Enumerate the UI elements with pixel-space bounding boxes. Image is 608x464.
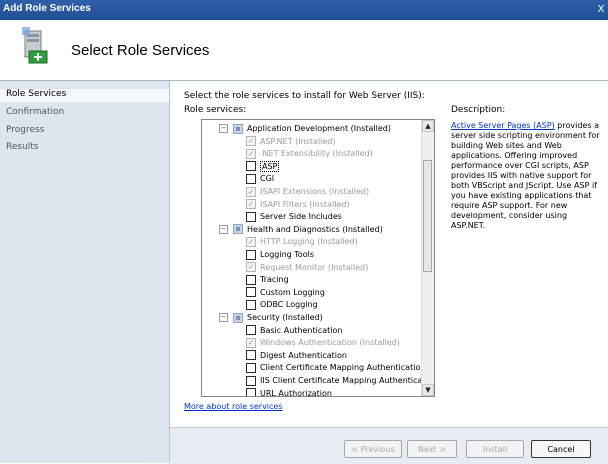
description-body: provides a server side scripting environ… [451,121,600,230]
tree-row[interactable]: URL Authorization [246,388,332,397]
tree-row[interactable]: − Health and Diagnostics (Installed) [219,224,383,236]
tree-row[interactable]: Client Certificate Mapping Authenticatio… [246,362,425,374]
server-roles-icon [22,27,48,64]
tree-row[interactable]: ✓ .NET Extensibility (Installed) [246,148,373,160]
tree-row[interactable]: − Security (Installed) [219,312,323,324]
role-service-label: Request Monitor (Installed) [260,262,369,272]
tree-row[interactable]: ✓ ISAPI Extensions (Installed) [246,186,369,198]
role-checkbox[interactable]: ✓ [246,186,256,197]
role-service-label: Digest Authentication [260,350,347,360]
tree-row[interactable]: ASP [246,160,280,173]
role-service-label: Windows Authentication (Installed) [260,338,400,348]
role-checkbox[interactable] [246,287,256,298]
next-button[interactable]: Next > [407,440,457,458]
role-service-label: Basic Authentication [260,325,343,335]
tree-row[interactable]: CGI [246,173,274,185]
role-service-label: URL Authorization [260,388,332,397]
role-service-label: ASP [260,160,280,172]
nav-item-role-services[interactable]: Role Services [0,89,169,102]
tree-row[interactable]: ✓ HTTP Logging (Installed) [246,236,358,248]
role-checkbox[interactable] [246,375,256,386]
tree-row[interactable]: Basic Authentication [246,325,342,337]
role-checkbox[interactable] [246,299,256,310]
role-checkbox[interactable] [246,350,256,361]
tree-row[interactable]: Logging Tools [246,249,314,261]
role-service-label: .NET Extensibility (Installed) [260,149,373,159]
scroll-down-icon[interactable]: ▼ [422,384,434,396]
tree-row[interactable]: − Application Development (Installed) [219,123,391,135]
wizard-header: Select Role Services [0,20,608,81]
scroll-thumb[interactable] [423,160,432,272]
wizard-nav: Role Services Confirmation Progress Resu… [0,81,170,463]
description-label: Description: [451,105,506,115]
role-service-label: ASP.NET (Installed) [260,136,336,146]
role-service-label: ISAPI Extensions (Installed) [260,187,370,196]
nav-item-results[interactable]: Results [6,142,39,152]
tree-scrollbar[interactable]: ▲ ▼ [421,120,434,396]
role-checkbox[interactable]: ✓ [246,148,256,159]
tree-row[interactable]: ✓ Windows Authentication (Installed) [246,337,400,349]
tree-row[interactable]: Server Side Includes [246,211,342,223]
close-icon[interactable]: X [594,0,608,20]
role-service-label: Client Certificate Mapping Authenticatio… [260,363,426,373]
role-checkbox[interactable]: ✓ [246,337,256,348]
tree-row[interactable]: Digest Authentication [246,350,347,362]
window-title: Add Role Services [3,3,91,14]
instruction-text: Select the role services to install for … [184,91,425,101]
tree-row[interactable]: Custom Logging [246,287,325,299]
role-service-label: CGI [260,174,275,184]
role-service-label: IIS Client Certificate Mapping Authentic… [260,376,435,385]
role-service-label: Logging Tools [260,250,314,259]
role-checkbox[interactable]: ✓ [246,136,256,147]
role-checkbox[interactable] [233,312,243,323]
role-service-label: Security (Installed) [247,313,323,322]
tree-row[interactable]: Tracing [246,274,289,286]
tree-row[interactable]: ODBC Logging [246,299,318,311]
role-checkbox[interactable]: ✓ [246,262,256,273]
main-panel: Select the role services to install for … [170,81,608,427]
collapse-icon[interactable]: − [219,224,228,234]
description-text: Active Server Pages (ASP) provides a ser… [451,121,601,231]
role-checkbox[interactable] [246,173,256,184]
role-checkbox[interactable] [246,211,256,222]
role-checkbox[interactable]: ✓ [246,236,256,247]
previous-button[interactable]: < Previous [344,440,402,458]
cancel-button[interactable]: Cancel [531,440,591,458]
role-checkbox[interactable] [246,249,256,260]
tree-row[interactable]: ✓ ISAPI Filters (Installed) [246,199,350,211]
asp-description-link[interactable]: Active Server Pages (ASP) [451,121,555,130]
role-service-label: Server Side Includes [260,212,342,222]
more-about-role-services-link[interactable]: More about role services [184,402,283,411]
role-checkbox[interactable] [246,325,256,336]
role-service-label: ISAPI Filters (Installed) [260,199,350,209]
collapse-icon[interactable]: − [219,124,228,133]
role-services-label: Role services: [184,105,247,115]
tree-row[interactable]: ✓ Request Monitor (Installed) [246,262,368,274]
tree-row[interactable]: IIS Client Certificate Mapping Authentic… [246,375,435,387]
role-service-label: HTTP Logging (Installed) [260,237,358,247]
role-checkbox[interactable] [233,123,243,134]
nav-item-confirmation[interactable]: Confirmation [6,107,64,117]
role-checkbox[interactable] [246,362,256,373]
role-checkbox[interactable] [246,274,256,285]
install-button[interactable]: Install [466,440,524,458]
role-checkbox[interactable]: ✓ [246,199,256,210]
role-checkbox[interactable] [246,388,256,396]
role-service-label: Custom Logging [260,287,325,297]
role-checkbox[interactable] [233,224,243,235]
scroll-up-icon[interactable]: ▲ [422,120,434,132]
role-service-label: Tracing [260,275,289,285]
role-service-label: ODBC Logging [260,300,318,310]
collapse-icon[interactable]: − [219,313,228,322]
role-service-label: Health and Diagnostics (Installed) [247,224,383,234]
tree-row[interactable]: ✓ ASP.NET (Installed) [246,136,335,148]
role-checkbox[interactable] [246,161,256,172]
nav-item-progress[interactable]: Progress [6,125,44,135]
role-service-label: Application Development (Installed) [247,124,391,133]
wizard-footer: < Previous Next > Install Cancel [170,427,608,464]
page-title: Select Role Services [71,42,210,59]
title-bar: Add Role Services X [0,0,608,20]
role-services-tree[interactable]: − Application Development (Installed) ✓ ASP… [201,119,435,397]
